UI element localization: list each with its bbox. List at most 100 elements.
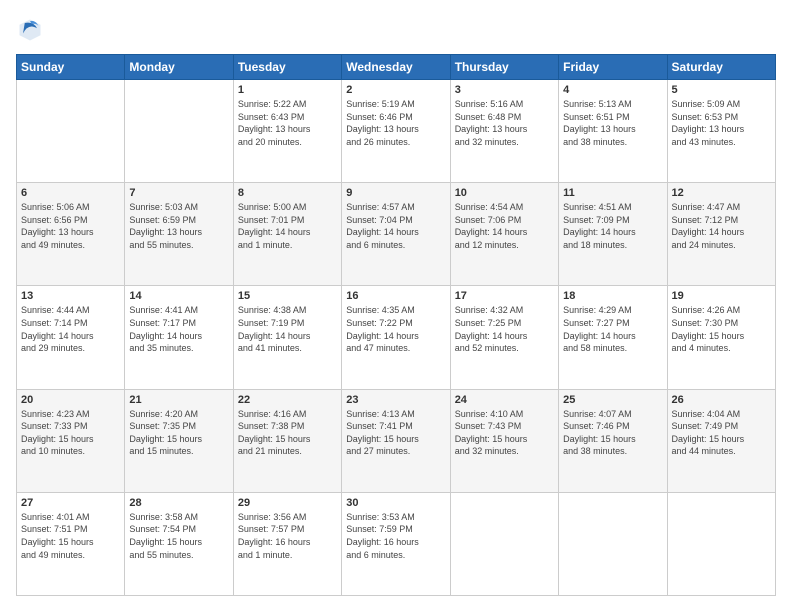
day-number: 29 <box>238 497 337 509</box>
day-info: Sunrise: 3:53 AM Sunset: 7:59 PM Dayligh… <box>346 511 445 561</box>
day-info: Sunrise: 4:01 AM Sunset: 7:51 PM Dayligh… <box>21 511 120 561</box>
day-number: 2 <box>346 84 445 96</box>
day-cell: 18 Sunrise: 4:29 AM Sunset: 7:27 PM Dayli… <box>559 286 667 389</box>
logo <box>16 16 48 44</box>
day-cell: 9 Sunrise: 4:57 AM Sunset: 7:04 PM Daylig… <box>342 183 450 286</box>
day-cell: 19 Sunrise: 4:26 AM Sunset: 7:30 PM Dayli… <box>667 286 775 389</box>
day-cell: 21 Sunrise: 4:20 AM Sunset: 7:35 PM Dayli… <box>125 389 233 492</box>
day-number: 23 <box>346 394 445 406</box>
day-number: 21 <box>129 394 228 406</box>
day-number: 3 <box>455 84 554 96</box>
day-info: Sunrise: 4:51 AM Sunset: 7:09 PM Dayligh… <box>563 201 662 251</box>
day-cell: 13 Sunrise: 4:44 AM Sunset: 7:14 PM Dayli… <box>17 286 125 389</box>
day-cell: 22 Sunrise: 4:16 AM Sunset: 7:38 PM Dayli… <box>233 389 341 492</box>
weekday-tuesday: Tuesday <box>233 55 341 80</box>
day-cell: 24Sunrise: 4:10 AM Sunset: 7:43 PM Dayli… <box>450 389 558 492</box>
day-number: 7 <box>129 187 228 199</box>
day-number: 13 <box>21 290 120 302</box>
day-cell <box>559 492 667 595</box>
header <box>16 16 776 44</box>
day-number: 24 <box>455 394 554 406</box>
weekday-monday: Monday <box>125 55 233 80</box>
day-info: Sunrise: 5:03 AM Sunset: 6:59 PM Dayligh… <box>129 201 228 251</box>
weekday-wednesday: Wednesday <box>342 55 450 80</box>
day-info: Sunrise: 5:22 AM Sunset: 6:43 PM Dayligh… <box>238 98 337 148</box>
day-info: Sunrise: 4:20 AM Sunset: 7:35 PM Dayligh… <box>129 408 228 458</box>
day-cell <box>667 492 775 595</box>
day-cell: 10 Sunrise: 4:54 AM Sunset: 7:06 PM Dayli… <box>450 183 558 286</box>
day-cell: 26 Sunrise: 4:04 AM Sunset: 7:49 PM Dayli… <box>667 389 775 492</box>
day-info: Sunrise: 5:13 AM Sunset: 6:51 PM Dayligh… <box>563 98 662 148</box>
day-info: Sunrise: 4:54 AM Sunset: 7:06 PM Dayligh… <box>455 201 554 251</box>
weekday-sunday: Sunday <box>17 55 125 80</box>
day-number: 22 <box>238 394 337 406</box>
week-row-2: 13 Sunrise: 4:44 AM Sunset: 7:14 PM Dayli… <box>17 286 776 389</box>
weekday-header-row: SundayMondayTuesdayWednesdayThursdayFrid… <box>17 55 776 80</box>
day-cell: 20Sunrise: 4:23 AM Sunset: 7:33 PM Dayli… <box>17 389 125 492</box>
day-cell: 11 Sunrise: 4:51 AM Sunset: 7:09 PM Dayli… <box>559 183 667 286</box>
weekday-thursday: Thursday <box>450 55 558 80</box>
day-cell: 14 Sunrise: 4:41 AM Sunset: 7:17 PM Dayli… <box>125 286 233 389</box>
day-info: Sunrise: 4:07 AM Sunset: 7:46 PM Dayligh… <box>563 408 662 458</box>
day-number: 25 <box>563 394 662 406</box>
page: SundayMondayTuesdayWednesdayThursdayFrid… <box>0 0 792 612</box>
day-cell: 4Sunrise: 5:13 AM Sunset: 6:51 PM Daylig… <box>559 80 667 183</box>
day-number: 11 <box>563 187 662 199</box>
day-number: 16 <box>346 290 445 302</box>
day-cell: 23 Sunrise: 4:13 AM Sunset: 7:41 PM Dayli… <box>342 389 450 492</box>
day-info: Sunrise: 4:26 AM Sunset: 7:30 PM Dayligh… <box>672 304 771 354</box>
day-number: 14 <box>129 290 228 302</box>
day-cell: 3 Sunrise: 5:16 AM Sunset: 6:48 PM Daylig… <box>450 80 558 183</box>
week-row-1: 6 Sunrise: 5:06 AM Sunset: 6:56 PM Daylig… <box>17 183 776 286</box>
day-number: 10 <box>455 187 554 199</box>
day-cell: 6 Sunrise: 5:06 AM Sunset: 6:56 PM Daylig… <box>17 183 125 286</box>
day-number: 26 <box>672 394 771 406</box>
day-cell <box>17 80 125 183</box>
day-cell: 30 Sunrise: 3:53 AM Sunset: 7:59 PM Dayli… <box>342 492 450 595</box>
day-info: Sunrise: 5:09 AM Sunset: 6:53 PM Dayligh… <box>672 98 771 148</box>
day-number: 12 <box>672 187 771 199</box>
day-info: Sunrise: 5:06 AM Sunset: 6:56 PM Dayligh… <box>21 201 120 251</box>
day-cell: 28Sunrise: 3:58 AM Sunset: 7:54 PM Dayli… <box>125 492 233 595</box>
day-info: Sunrise: 4:44 AM Sunset: 7:14 PM Dayligh… <box>21 304 120 354</box>
day-cell: 16 Sunrise: 4:35 AM Sunset: 7:22 PM Dayli… <box>342 286 450 389</box>
day-info: Sunrise: 3:56 AM Sunset: 7:57 PM Dayligh… <box>238 511 337 561</box>
day-number: 9 <box>346 187 445 199</box>
day-cell: 7 Sunrise: 5:03 AM Sunset: 6:59 PM Daylig… <box>125 183 233 286</box>
day-info: Sunrise: 5:19 AM Sunset: 6:46 PM Dayligh… <box>346 98 445 148</box>
day-cell: 27 Sunrise: 4:01 AM Sunset: 7:51 PM Dayli… <box>17 492 125 595</box>
day-cell: 29 Sunrise: 3:56 AM Sunset: 7:57 PM Dayli… <box>233 492 341 595</box>
day-number: 6 <box>21 187 120 199</box>
day-cell: 17 Sunrise: 4:32 AM Sunset: 7:25 PM Dayli… <box>450 286 558 389</box>
day-cell: 8Sunrise: 5:00 AM Sunset: 7:01 PM Daylig… <box>233 183 341 286</box>
day-cell: 1Sunrise: 5:22 AM Sunset: 6:43 PM Daylig… <box>233 80 341 183</box>
day-info: Sunrise: 4:35 AM Sunset: 7:22 PM Dayligh… <box>346 304 445 354</box>
day-info: Sunrise: 4:29 AM Sunset: 7:27 PM Dayligh… <box>563 304 662 354</box>
weekday-friday: Friday <box>559 55 667 80</box>
day-info: Sunrise: 4:57 AM Sunset: 7:04 PM Dayligh… <box>346 201 445 251</box>
day-number: 19 <box>672 290 771 302</box>
weekday-saturday: Saturday <box>667 55 775 80</box>
day-info: Sunrise: 5:16 AM Sunset: 6:48 PM Dayligh… <box>455 98 554 148</box>
day-info: Sunrise: 4:13 AM Sunset: 7:41 PM Dayligh… <box>346 408 445 458</box>
day-info: Sunrise: 4:16 AM Sunset: 7:38 PM Dayligh… <box>238 408 337 458</box>
day-info: Sunrise: 4:32 AM Sunset: 7:25 PM Dayligh… <box>455 304 554 354</box>
day-cell: 5Sunrise: 5:09 AM Sunset: 6:53 PM Daylig… <box>667 80 775 183</box>
day-cell: 15Sunrise: 4:38 AM Sunset: 7:19 PM Dayli… <box>233 286 341 389</box>
day-number: 30 <box>346 497 445 509</box>
day-info: Sunrise: 4:04 AM Sunset: 7:49 PM Dayligh… <box>672 408 771 458</box>
day-number: 28 <box>129 497 228 509</box>
week-row-3: 20Sunrise: 4:23 AM Sunset: 7:33 PM Dayli… <box>17 389 776 492</box>
day-cell: 12 Sunrise: 4:47 AM Sunset: 7:12 PM Dayli… <box>667 183 775 286</box>
day-number: 8 <box>238 187 337 199</box>
day-info: Sunrise: 4:41 AM Sunset: 7:17 PM Dayligh… <box>129 304 228 354</box>
day-info: Sunrise: 4:23 AM Sunset: 7:33 PM Dayligh… <box>21 408 120 458</box>
day-number: 18 <box>563 290 662 302</box>
day-number: 17 <box>455 290 554 302</box>
day-info: Sunrise: 4:38 AM Sunset: 7:19 PM Dayligh… <box>238 304 337 354</box>
day-info: Sunrise: 4:47 AM Sunset: 7:12 PM Dayligh… <box>672 201 771 251</box>
day-cell: 2 Sunrise: 5:19 AM Sunset: 6:46 PM Daylig… <box>342 80 450 183</box>
week-row-4: 27 Sunrise: 4:01 AM Sunset: 7:51 PM Dayli… <box>17 492 776 595</box>
day-cell <box>450 492 558 595</box>
day-number: 27 <box>21 497 120 509</box>
